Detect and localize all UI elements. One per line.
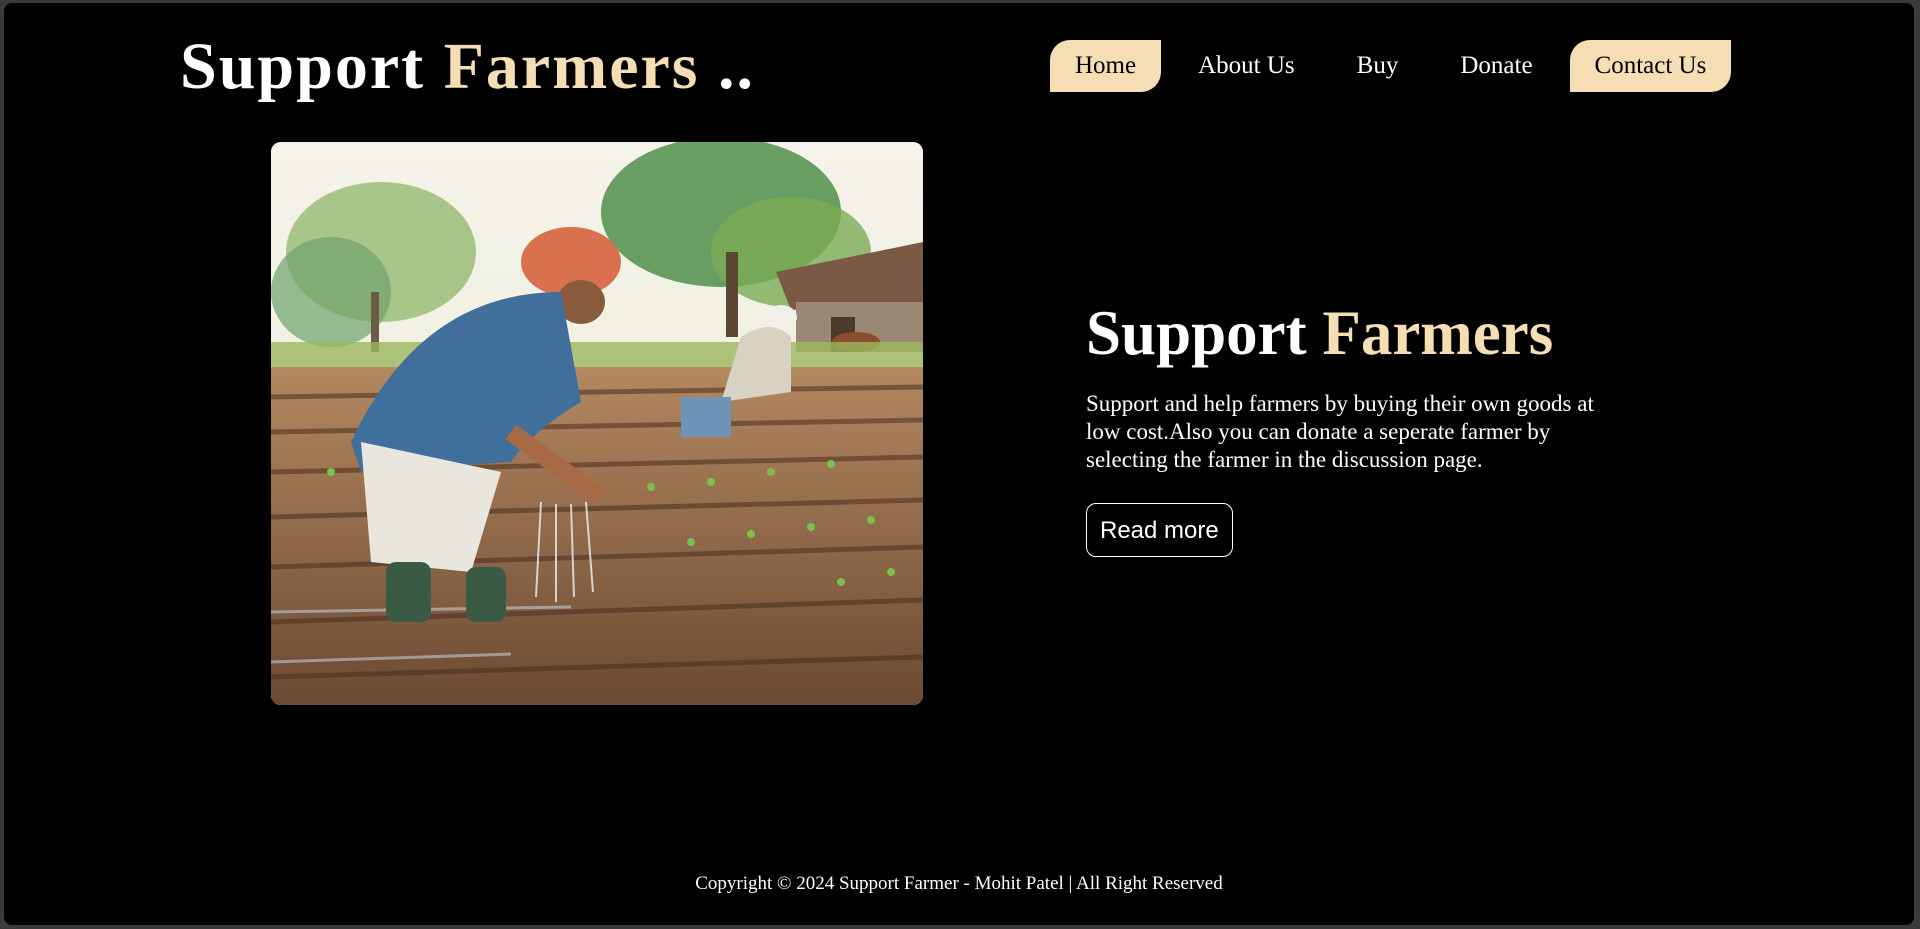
hero-title-word-support: Support [1086, 298, 1307, 368]
nav-home[interactable]: Home [1050, 40, 1162, 92]
site-logo[interactable]: Support Farmers .. [180, 27, 755, 107]
nav-buy[interactable]: Buy [1332, 40, 1424, 92]
hero-title: Support Farmers [1086, 297, 1553, 369]
hero-description: Support and help farmers by buying their… [1086, 391, 1594, 472]
logo-word-support: Support [180, 30, 426, 103]
farmers-illustration-icon [271, 142, 923, 705]
page-frame: Support Farmers .. Home About Us Buy Don… [4, 3, 1914, 925]
farmers-illustration-image [271, 142, 923, 705]
footer-copyright: Copyright © 2024 Support Farmer - Mohit … [695, 873, 1223, 894]
main-nav: Home About Us Buy Donate Contact Us [1050, 39, 1732, 93]
nav-donate[interactable]: Donate [1435, 40, 1557, 92]
logo-word-farmers: Farmers [443, 30, 700, 103]
hero-title-word-farmers: Farmers [1322, 298, 1554, 368]
read-more-button[interactable]: Read more [1086, 503, 1233, 557]
nav-contact-us[interactable]: Contact Us [1569, 40, 1732, 92]
logo-suffix: .. [717, 30, 755, 103]
nav-about-us[interactable]: About Us [1173, 40, 1320, 92]
